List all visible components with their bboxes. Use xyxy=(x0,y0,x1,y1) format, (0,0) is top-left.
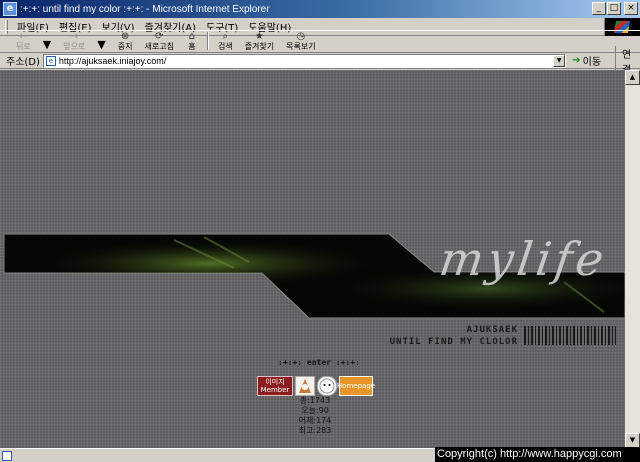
mylife-logo-text: mylife xyxy=(436,232,612,286)
copyright-overlay: Copyright(c) http://www.happycgi.com xyxy=(435,447,640,462)
favorites-icon: ★ xyxy=(254,31,264,42)
homepage-badge[interactable]: Homepage xyxy=(337,376,375,396)
scroll-down-icon[interactable]: ▼ xyxy=(625,433,640,448)
status-page-icon xyxy=(2,450,12,461)
refresh-label: 새로고침 xyxy=(144,42,174,51)
toolbar: ← 뒤로 ▼ → 앞으로 ▼ ⊗ 중지 ⟳ 새로고침 ⌂ 홈 ⌕ 검색 ★ 즐겨… xyxy=(0,30,640,53)
forward-button[interactable]: → 앞으로 xyxy=(57,30,91,52)
go-arrow-icon: ➔ xyxy=(572,55,581,66)
favorites-button[interactable]: ★ 즐겨찾기 xyxy=(239,30,280,52)
history-icon: ◷ xyxy=(296,31,306,42)
forward-dropdown-icon[interactable]: ▼ xyxy=(91,30,111,52)
home-label: 홈 xyxy=(188,42,196,51)
banner: mylife xyxy=(4,232,625,320)
counter-yesterday: 어제:174 xyxy=(298,416,332,425)
title-bar[interactable]: e :+:+: until find my color :+:+: - Micr… xyxy=(0,0,640,18)
go-label: 이동 xyxy=(582,57,602,68)
stop-label: 중지 xyxy=(117,42,133,51)
page-icon: e xyxy=(45,55,56,66)
back-arrow-icon: ← xyxy=(19,31,28,42)
maximize-button[interactable]: □ xyxy=(607,2,621,15)
site-name-tag: AJUKSAEK xyxy=(466,325,518,335)
forward-label: 앞으로 xyxy=(63,42,86,51)
favorites-label: 즐겨찾기 xyxy=(244,42,275,51)
address-label: 주소(D) xyxy=(6,57,40,68)
search-button[interactable]: ⌕ 검색 xyxy=(212,30,239,52)
badge-row: 이미지 Member Homepage xyxy=(257,376,375,396)
go-button[interactable]: ➔ 이동 xyxy=(572,53,601,68)
refresh-button[interactable]: ⟳ 새로고침 xyxy=(139,30,180,52)
face-badge-icon[interactable] xyxy=(317,376,337,396)
search-icon: ⌕ xyxy=(222,31,229,42)
back-label: 뒤로 xyxy=(16,42,31,51)
history-label: 목록보기 xyxy=(286,42,316,51)
browser-window: e :+:+: until find my color :+:+: - Micr… xyxy=(0,0,640,462)
counter-today: 오늘:90 xyxy=(301,406,329,415)
character-badge-icon[interactable] xyxy=(295,376,315,396)
address-bar: 주소(D) e ▼ ➔ 이동 연결 xyxy=(0,45,640,76)
toolbar-separator xyxy=(206,32,209,50)
home-icon: ⌂ xyxy=(188,31,196,42)
forward-arrow-icon: → xyxy=(70,31,79,42)
page-content: mylife AJUKSAEK UNTIL FIND MY CLOLOR :+:… xyxy=(0,70,625,448)
back-button[interactable]: ← 뒤로 xyxy=(10,30,37,52)
history-button[interactable]: ◷ 목록보기 xyxy=(280,30,321,52)
counter-max: 최고:283 xyxy=(298,426,332,435)
stop-icon: ⊗ xyxy=(120,31,130,42)
window-controls: _ □ × xyxy=(591,2,638,15)
minimize-button[interactable]: _ xyxy=(592,2,606,15)
scroll-up-icon[interactable]: ▲ xyxy=(625,70,640,85)
back-dropdown-icon[interactable]: ▼ xyxy=(37,30,57,52)
status-bar xyxy=(0,448,435,462)
address-dropdown-icon[interactable]: ▼ xyxy=(553,54,566,67)
search-label: 검색 xyxy=(217,42,233,51)
home-button[interactable]: ⌂ 홈 xyxy=(180,30,204,52)
stop-button[interactable]: ⊗ 중지 xyxy=(112,30,139,52)
address-input[interactable] xyxy=(58,55,559,66)
address-box[interactable]: e ▼ xyxy=(42,53,567,68)
vertical-scrollbar[interactable]: ▲ ▼ xyxy=(625,70,640,448)
window-title: :+:+: until find my color :+:+: - Micros… xyxy=(20,3,270,15)
refresh-icon: ⟳ xyxy=(155,31,164,42)
close-button[interactable]: × xyxy=(624,2,638,15)
site-slogan-tag: UNTIL FIND MY CLOLOR xyxy=(389,337,518,347)
enter-link[interactable]: :+:+: enter :+:+: xyxy=(278,358,360,367)
ie-app-icon[interactable]: e xyxy=(3,2,17,16)
counter-total: 총:1743 xyxy=(299,396,331,405)
barcode-graphic xyxy=(524,326,616,345)
visitor-counter: 총:1743 오늘:90 어제:174 최고:283 xyxy=(290,396,340,436)
member-badge[interactable]: 이미지 Member xyxy=(257,376,293,396)
